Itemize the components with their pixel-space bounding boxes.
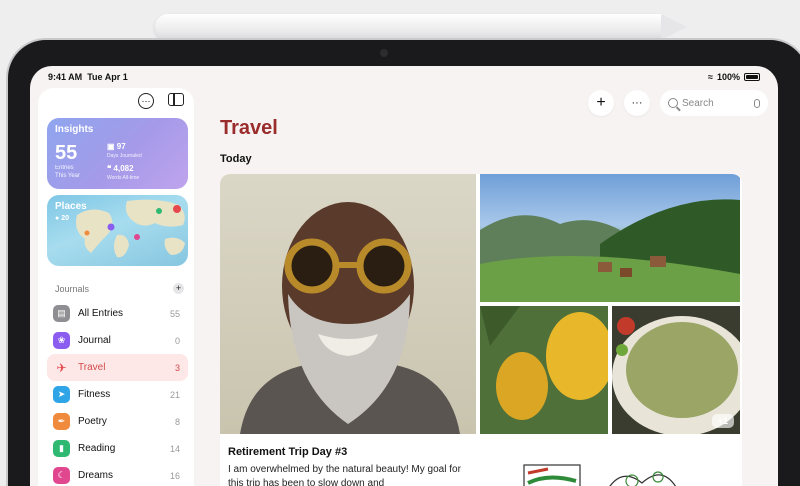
journal-count: 0 xyxy=(174,335,180,346)
battery-icon xyxy=(744,73,760,81)
period-label: This Year xyxy=(55,173,81,179)
words-count: ❝ 4,082 xyxy=(107,164,134,173)
microphone-icon[interactable] xyxy=(754,98,760,108)
journal-count: 21 xyxy=(169,389,180,400)
journals-header: Journals xyxy=(55,284,90,294)
lemons-illustration xyxy=(480,306,608,434)
status-bar-left: 9:41 AM Tue Apr 1 xyxy=(48,72,128,82)
pasta-photo[interactable]: +1 xyxy=(612,306,740,434)
journal-item-travel[interactable]: ✈ Travel 3 xyxy=(47,354,188,381)
journal-item-fitness[interactable]: ➤ Fitness 21 xyxy=(47,381,188,408)
days-count-value: 97 xyxy=(116,142,126,151)
wifi-icon: ≈ xyxy=(708,72,713,82)
sidebar-toolbar: ··· xyxy=(138,93,184,109)
journal-item-journal[interactable]: ❀ Journal 0 xyxy=(47,327,188,354)
feather-icon: ✒ xyxy=(53,413,70,430)
entry-title: Retirement Trip Day #3 xyxy=(228,446,348,458)
journal-count: 16 xyxy=(169,470,180,481)
journal-item-poetry[interactable]: ✒ Poetry 8 xyxy=(47,408,188,435)
journal-item-all-entries[interactable]: ▤ All Entries 55 xyxy=(47,300,188,327)
butterfly-icon: ❀ xyxy=(53,332,70,349)
flag-sketch-icon xyxy=(523,464,581,486)
journal-label: Dreams xyxy=(78,470,114,481)
ipad-screen: 9:41 AM Tue Apr 1 ≈ 100% ··· Insights 55… xyxy=(30,66,778,486)
entries-label: Entries xyxy=(55,165,74,171)
insights-entries-count: 55 xyxy=(55,142,78,164)
status-date: Tue Apr 1 xyxy=(87,72,128,82)
insights-title: Insights xyxy=(55,124,94,135)
journal-label: Poetry xyxy=(78,416,107,427)
ellipsis-icon: ··· xyxy=(631,97,643,109)
days-label: Days Journaled xyxy=(107,153,142,159)
valley-photo[interactable] xyxy=(480,174,740,302)
journal-item-reading[interactable]: ▮ Reading 14 xyxy=(47,435,188,462)
airplane-icon: ✈ xyxy=(56,360,67,375)
lemons-photo[interactable] xyxy=(480,306,608,434)
journal-label: All Entries xyxy=(78,308,124,319)
insights-entries-label: Entries This Year xyxy=(55,164,80,180)
moon-icon: ☾ xyxy=(53,467,70,484)
page-title: Travel xyxy=(220,117,278,139)
search-icon xyxy=(668,98,678,108)
camera-dot xyxy=(380,49,388,57)
portrait-illustration xyxy=(240,202,460,434)
journal-label: Travel xyxy=(78,362,106,373)
journal-count: 8 xyxy=(174,416,180,427)
main-toolbar: + ··· Search xyxy=(588,90,768,116)
places-count-value: 20 xyxy=(61,215,69,222)
places-title: Places xyxy=(55,201,87,212)
more-options-icon[interactable]: ··· xyxy=(138,93,154,109)
days-count: ▣ 97 xyxy=(107,142,126,151)
search-field[interactable]: Search xyxy=(660,90,768,116)
apple-pencil-tip xyxy=(661,14,687,40)
add-journal-icon[interactable]: + xyxy=(173,283,184,294)
sidebar: ··· Insights 55 Entries This Year ▣ 97 D… xyxy=(38,88,194,486)
journal-label: Journal xyxy=(78,335,111,346)
add-entry-button[interactable]: + xyxy=(588,90,614,116)
journal-count: 14 xyxy=(169,443,180,454)
book-icon: ▮ xyxy=(53,440,70,457)
running-icon: ➤ xyxy=(53,386,70,403)
status-time: 9:41 AM xyxy=(48,72,83,82)
journal-count: 3 xyxy=(174,362,180,373)
sidebar-toggle-icon[interactable] xyxy=(168,93,184,106)
plus-icon: + xyxy=(596,94,606,111)
section-header: Today xyxy=(220,153,252,165)
stack-icon: ▤ xyxy=(53,305,70,322)
more-photos-badge[interactable]: +1 xyxy=(711,414,734,428)
search-placeholder: Search xyxy=(682,97,714,109)
entry-card[interactable]: +1 Retirement Trip Day #3 I am overwhelm… xyxy=(220,174,742,486)
battery-percent: 100% xyxy=(716,72,740,82)
places-count: ● 20 xyxy=(55,215,69,222)
status-bar-right: ≈ 100% xyxy=(708,72,760,82)
words-count-value: 4,082 xyxy=(113,164,134,173)
portrait-photo[interactable] xyxy=(220,174,476,434)
insights-card[interactable]: Insights 55 Entries This Year ▣ 97 Days … xyxy=(47,118,188,189)
journal-label: Fitness xyxy=(78,389,111,400)
plant-sketch-icon xyxy=(609,471,677,486)
journal-item-dreams[interactable]: ☾ Dreams 16 xyxy=(47,462,188,486)
entry-body: I am overwhelmed by the natural beauty! … xyxy=(228,464,461,486)
more-button[interactable]: ··· xyxy=(624,90,650,116)
apple-pencil xyxy=(155,14,663,40)
valley-illustration xyxy=(480,199,740,302)
words-label: Words All-time xyxy=(107,175,140,181)
places-card[interactable]: Places ● 20 xyxy=(47,195,188,266)
journal-list: ▤ All Entries 55 ❀ Journal 0 ✈ Travel 3 … xyxy=(47,300,188,486)
journal-count: 55 xyxy=(169,308,180,319)
journal-label: Reading xyxy=(78,443,116,454)
